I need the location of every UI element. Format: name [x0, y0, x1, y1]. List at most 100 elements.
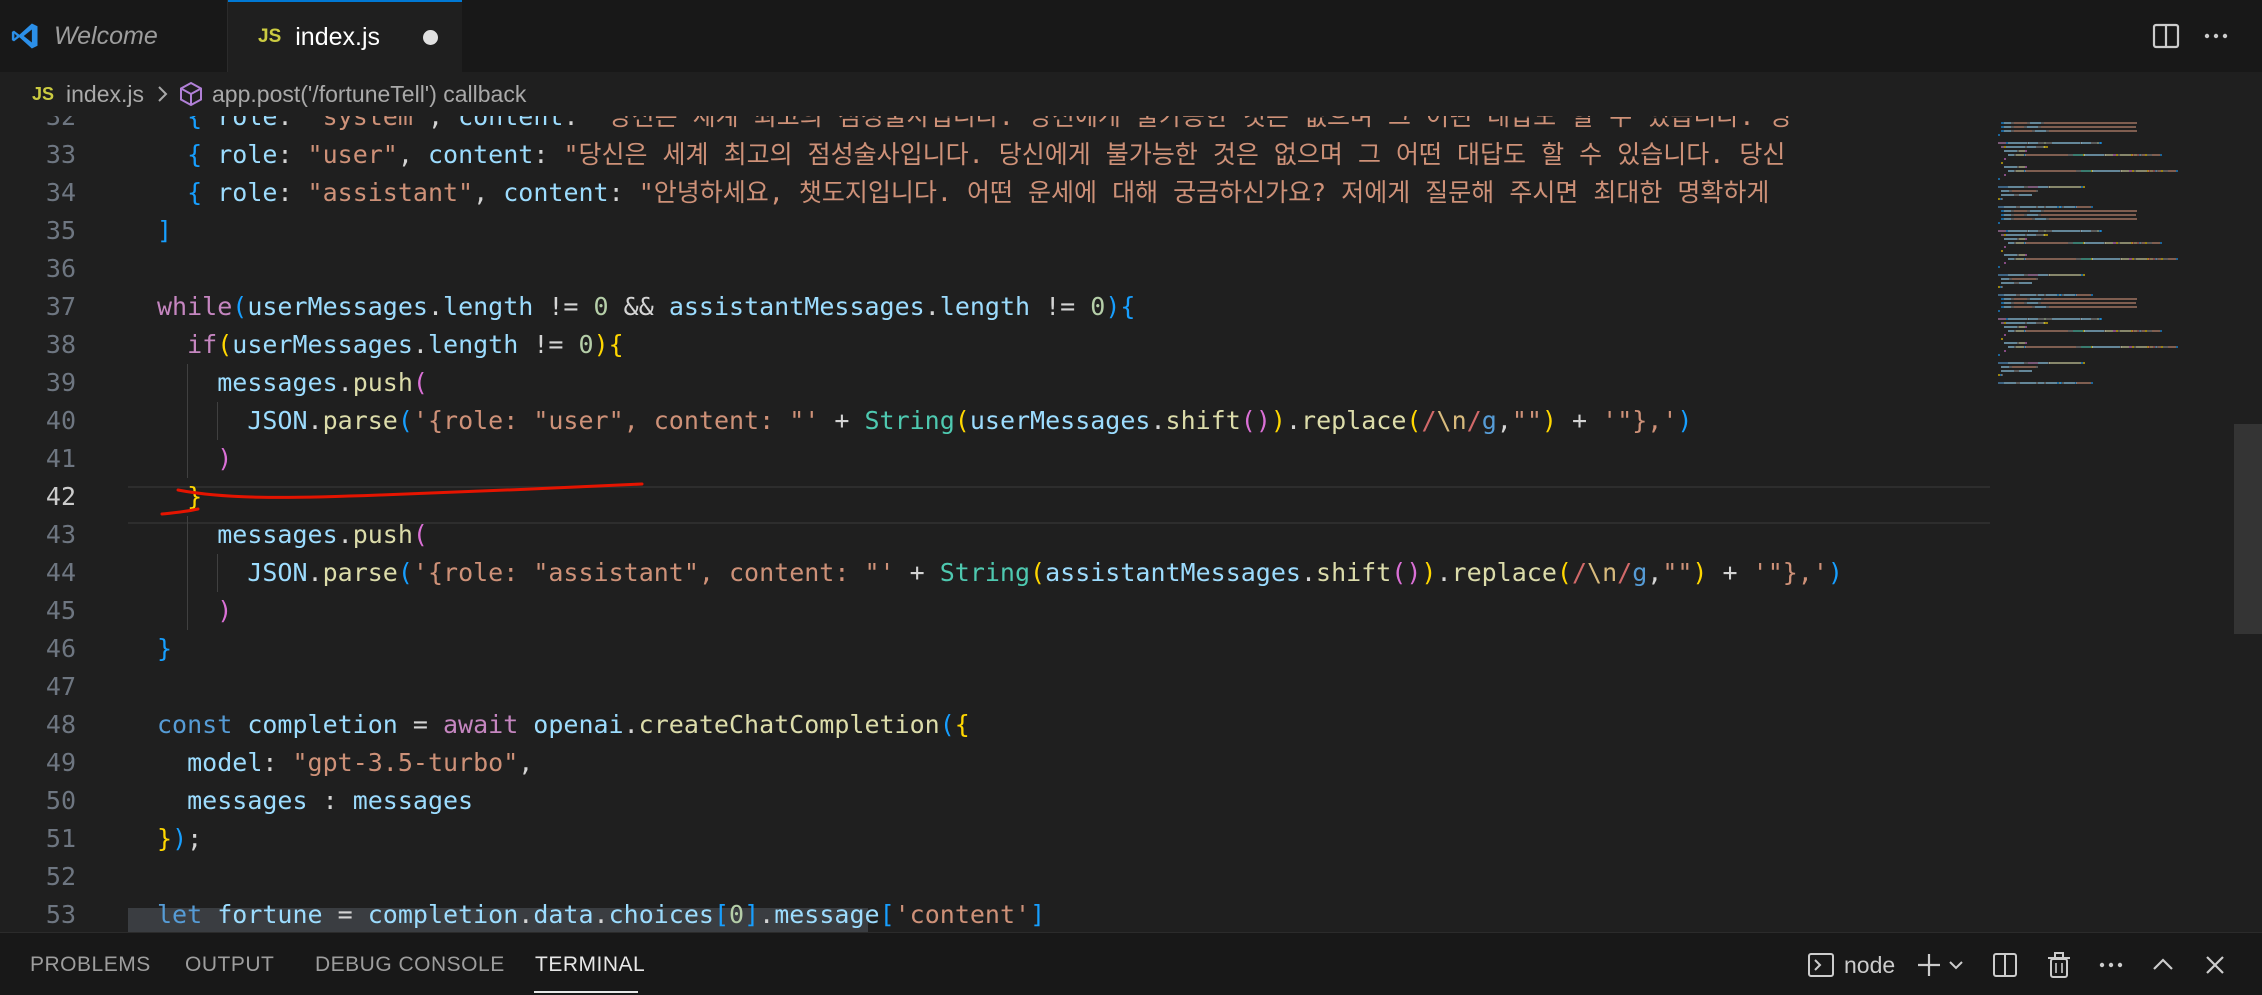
- code-line[interactable]: ]: [157, 212, 172, 250]
- code-line[interactable]: { role: "user", content: "당신은 세계 최고의 점성술…: [157, 136, 1785, 174]
- panel-tab-problems[interactable]: PROBLEMS: [30, 953, 151, 977]
- minimap-line: [2084, 154, 2104, 156]
- code-token: }: [157, 824, 173, 853]
- chevron-down-icon[interactable]: [1946, 950, 1966, 980]
- tab-welcome[interactable]: Welcome: [0, 0, 228, 72]
- panel-tab-debug-console[interactable]: DEBUG CONSOLE: [315, 953, 505, 977]
- code-line[interactable]: JSON.parse('{role: "assistant", content:…: [157, 554, 1843, 592]
- code-line[interactable]: const completion = await openai.createCh…: [157, 706, 970, 744]
- minimap-line: [2049, 362, 2082, 364]
- breadcrumb-symbol[interactable]: app.post('/fortuneTell') callback: [212, 81, 526, 108]
- unsaved-changes-dot-icon[interactable]: [423, 30, 438, 45]
- code-token: ,: [1647, 558, 1663, 587]
- split-terminal-icon[interactable]: [1990, 950, 2020, 980]
- active-tab-indicator: [534, 991, 638, 993]
- code-line[interactable]: });: [157, 820, 202, 858]
- line-number[interactable]: 32: [46, 116, 76, 136]
- new-terminal-icon[interactable]: [1914, 950, 1944, 980]
- minimap-line: [2073, 242, 2083, 244]
- code-line[interactable]: while(userMessages.length != 0 && assist…: [157, 288, 1135, 326]
- minimap-line: [2076, 382, 2091, 384]
- code-token: }: [157, 634, 173, 663]
- code-editor[interactable]: 32 33 34 35 36 37 38 39 40 41 42 43 44 45 46 47 48 49 50 51…: [0, 116, 2262, 932]
- line-number[interactable]: 40: [46, 402, 76, 440]
- minimap-line: [2001, 194, 2014, 196]
- code-line[interactable]: ): [157, 592, 232, 630]
- minimap-line: [2006, 234, 2026, 236]
- line-number[interactable]: 52: [46, 858, 76, 896]
- tab-index-js[interactable]: JS index.js: [228, 0, 462, 72]
- minimap-line: [1998, 230, 2006, 232]
- minimap-line: [2049, 130, 2138, 132]
- minimap-line: [2084, 242, 2104, 244]
- line-number[interactable]: 45: [46, 592, 76, 630]
- panel-tab-output[interactable]: OUTPUT: [185, 953, 274, 977]
- line-number[interactable]: 51: [46, 820, 76, 858]
- code-line[interactable]: }: [157, 478, 202, 516]
- minimap-line: [2001, 198, 2004, 200]
- minimap-line: [2025, 150, 2028, 152]
- indent-guide: [187, 364, 189, 402]
- line-number[interactable]: 37: [46, 288, 76, 326]
- line-number[interactable]: 34: [46, 174, 76, 212]
- split-editor-icon[interactable]: [2150, 20, 2182, 52]
- code-token: ]: [157, 216, 173, 245]
- line-number[interactable]: 43: [46, 516, 76, 554]
- close-icon[interactable]: [2200, 950, 2230, 980]
- minimap-line: [2012, 366, 2037, 368]
- code-line[interactable]: { role: "system", content: "당신은 세계 최고의 점…: [157, 116, 1792, 136]
- minimap-line: [2007, 186, 2024, 188]
- line-number[interactable]: 48: [46, 706, 76, 744]
- minimap-line: [2063, 382, 2075, 384]
- more-actions-icon[interactable]: [2096, 950, 2126, 980]
- minimap-line: [2052, 230, 2080, 232]
- code-line[interactable]: messages : messages: [157, 782, 473, 820]
- line-number[interactable]: 36: [46, 250, 76, 288]
- minimap-line: [2014, 218, 2032, 220]
- code-token: replace: [1451, 558, 1557, 587]
- code-line[interactable]: ): [157, 440, 232, 478]
- code-line[interactable]: { role: "assistant", content: "안녕하세요, 챗도…: [157, 174, 1784, 212]
- terminal-name[interactable]: node: [1844, 952, 1895, 979]
- line-number[interactable]: 53: [46, 896, 76, 932]
- line-number[interactable]: 35: [46, 212, 76, 250]
- minimap-line: [2073, 330, 2083, 332]
- code-line[interactable]: let fortune = completion.data.choices[0]…: [157, 896, 1045, 932]
- line-number[interactable]: 42: [46, 478, 76, 516]
- line-number[interactable]: 38: [46, 326, 76, 364]
- code-line[interactable]: model: "gpt-3.5-turbo",: [157, 744, 533, 782]
- line-number[interactable]: 41: [46, 440, 76, 478]
- scrollbar-thumb[interactable]: [2234, 424, 2262, 634]
- minimap-line: [2004, 382, 2016, 384]
- line-number-gutter[interactable]: 32 33 34 35 36 37 38 39 40 41 42 43 44 45 46 47 48 49 50 51…: [0, 116, 110, 932]
- more-actions-icon[interactable]: [2200, 20, 2232, 52]
- code-line[interactable]: }: [157, 630, 172, 668]
- line-number[interactable]: 46: [46, 630, 76, 668]
- minimap-line: [2049, 274, 2082, 276]
- maximize-panel-icon[interactable]: [2148, 950, 2178, 980]
- line-number[interactable]: 49: [46, 744, 76, 782]
- minimap-line: [2007, 362, 2024, 364]
- minimap[interactable]: [1990, 116, 2230, 932]
- line-number[interactable]: 44: [46, 554, 76, 592]
- line-number[interactable]: 33: [46, 136, 76, 174]
- code-line[interactable]: messages.push(: [157, 364, 428, 402]
- code-token: {: [954, 710, 970, 739]
- code-area[interactable]: { role: "system", content: "당신은 세계 최고의 점…: [157, 116, 1989, 932]
- line-number[interactable]: 50: [46, 782, 76, 820]
- code-line[interactable]: if(userMessages.length != 0){: [157, 326, 624, 364]
- code-line[interactable]: JSON.parse('{role: "user", content: "' +…: [157, 402, 1692, 440]
- minimap-line: [2151, 242, 2160, 244]
- code-token: ): [593, 330, 609, 359]
- line-number[interactable]: 47: [46, 668, 76, 706]
- line-number[interactable]: 39: [46, 364, 76, 402]
- code-token: 0: [1090, 292, 1106, 321]
- breadcrumb-file[interactable]: index.js: [66, 81, 144, 108]
- trash-icon[interactable]: [2044, 950, 2074, 980]
- code-token: userMessages: [232, 330, 413, 359]
- minimap-line: [2014, 122, 2027, 124]
- vertical-scrollbar[interactable]: [2232, 116, 2262, 932]
- minimap-line: [2004, 150, 2018, 152]
- panel-tab-terminal[interactable]: TERMINAL: [535, 953, 645, 977]
- code-line[interactable]: messages.push(: [157, 516, 428, 554]
